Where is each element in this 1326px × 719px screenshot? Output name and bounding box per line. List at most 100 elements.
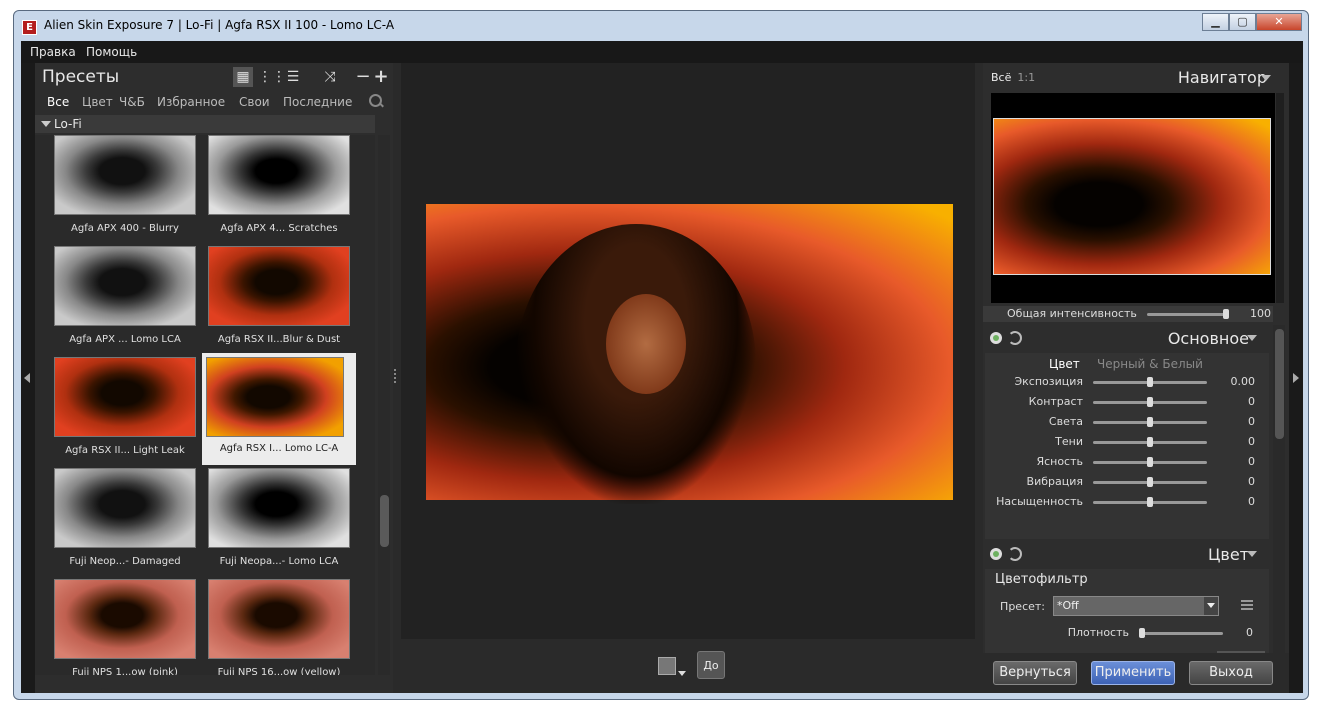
action-bar: Вернуться Применить Выход xyxy=(983,653,1289,693)
preset-thumb[interactable]: Agfa APX 4... Scratches xyxy=(206,135,352,243)
collapse-all-icon[interactable]: ⤨ xyxy=(320,67,340,87)
adjust-label: Света xyxy=(1048,415,1083,428)
remove-preset-icon[interactable]: − xyxy=(353,67,373,87)
add-preset-icon[interactable]: + xyxy=(371,67,391,87)
chevron-down-icon xyxy=(1247,551,1257,557)
background-color-swatch[interactable] xyxy=(658,657,676,675)
presets-panel: Пресеты ▦ ⋮⋮ ☰ ⤨ − + Все Цвет Ч&Б Избран… xyxy=(35,63,393,693)
adjust-slider[interactable] xyxy=(1093,497,1207,507)
preset-thumb[interactable]: Fuji Neopa...- Lomo LCA xyxy=(206,468,352,576)
slider-knob[interactable] xyxy=(1139,628,1145,638)
tab-color[interactable]: Цвет xyxy=(82,95,113,109)
chevron-down-icon[interactable] xyxy=(1261,75,1271,81)
minimize-button[interactable]: ▁ xyxy=(1202,13,1229,31)
tab-all[interactable]: Все xyxy=(47,95,69,109)
preset-label: Fuji NPS 16...ow (yellow) xyxy=(217,667,341,675)
menu-bar: Правка Помощь xyxy=(21,41,1303,63)
adjust-label: Экспозиция xyxy=(1014,375,1083,388)
client-area: Правка Помощь Пресеты ▦ ⋮⋮ ☰ ⤨ − + Все Ц… xyxy=(21,41,1303,693)
slider-knob[interactable] xyxy=(1147,457,1153,467)
density-slider[interactable] xyxy=(1139,628,1223,638)
adjust-slider[interactable] xyxy=(1093,457,1207,467)
zoom-1to1[interactable]: 1:1 xyxy=(1017,71,1035,84)
slider-knob[interactable] xyxy=(1147,417,1153,427)
preset-image xyxy=(54,246,196,326)
exit-button[interactable]: Выход xyxy=(1189,661,1273,685)
mode-color-tab[interactable]: Цвет xyxy=(1049,357,1080,371)
preset-label: Agfa APX 400 - Blurry xyxy=(71,223,179,234)
scrollbar-thumb[interactable] xyxy=(380,495,389,547)
preview-photo xyxy=(426,204,953,504)
tab-bw[interactable]: Ч&Б xyxy=(119,95,145,109)
large-grid-view-icon[interactable]: ▦ xyxy=(233,67,253,87)
adjust-slider[interactable] xyxy=(1093,397,1207,407)
preset-thumb[interactable]: Agfa RSX II... Light Leak xyxy=(52,357,198,465)
basic-section-header[interactable]: Основное xyxy=(983,325,1273,351)
revert-button[interactable]: Вернуться xyxy=(993,661,1077,685)
preset-label: Agfa RSX II...Blur & Dust xyxy=(217,334,341,345)
maximize-button[interactable]: ▢ xyxy=(1229,13,1256,31)
intensity-slider[interactable] xyxy=(1147,309,1229,319)
preset-thumb[interactable]: Agfa APX 400 - Blurry xyxy=(52,135,198,243)
menu-help[interactable]: Помощь xyxy=(86,45,137,59)
slider-knob[interactable] xyxy=(1223,309,1229,319)
navigator-thumbnail[interactable] xyxy=(993,118,1271,275)
navigator-title[interactable]: Навигатор xyxy=(1178,68,1267,87)
app-window: E Alien Skin Exposure 7 | Lo-Fi | Agfa R… xyxy=(13,10,1309,700)
chevron-down-icon xyxy=(41,121,51,127)
slider-knob[interactable] xyxy=(1147,397,1153,407)
list-view-icon[interactable]: ☰ xyxy=(283,67,303,87)
app-icon[interactable]: E xyxy=(22,20,37,35)
right-panel-toggle[interactable] xyxy=(1289,63,1303,693)
navigator-scrollbar[interactable] xyxy=(1276,93,1284,303)
color-section-body: Цветофильтр Пресет: *Off Плотность 0 xyxy=(985,569,1269,653)
tab-recent[interactable]: Последние xyxy=(283,95,352,109)
before-button[interactable]: До xyxy=(697,651,725,679)
basic-section-body: Цвет Черный & Белый Экспозиция 0.00 Контра… xyxy=(985,353,1269,539)
preset-thumb[interactable]: Agfa APX ... Lomo LCA xyxy=(52,246,198,354)
reset-icon[interactable] xyxy=(1008,331,1022,345)
slider-knob[interactable] xyxy=(1147,377,1153,387)
adjust-slider[interactable] xyxy=(1093,417,1207,427)
color-filter-title: Цветофильтр xyxy=(995,572,1088,587)
menu-edit[interactable]: Правка xyxy=(30,45,76,59)
chevron-down-icon[interactable] xyxy=(678,671,686,676)
apply-button[interactable]: Применить xyxy=(1091,661,1175,685)
slider-knob[interactable] xyxy=(1147,437,1153,447)
preset-thumb[interactable]: Fuji Neop...- Damaged xyxy=(52,468,198,576)
preset-thumb[interactable]: Fuji NPS 1...ow (pink) xyxy=(52,579,198,675)
preset-label: Agfa APX 4... Scratches xyxy=(220,223,338,234)
navigator-view[interactable] xyxy=(991,93,1275,303)
close-button[interactable]: ✕ xyxy=(1256,13,1302,31)
preset-thumb-selected[interactable]: Agfa RSX I... Lomo LC-A xyxy=(202,353,356,465)
mode-bw-tab[interactable]: Черный & Белый xyxy=(1097,357,1203,371)
presets-scrollbar[interactable] xyxy=(378,135,390,675)
slider-knob[interactable] xyxy=(1147,497,1153,507)
preset-group-header[interactable]: Lo-Fi xyxy=(35,115,375,133)
preset-thumb[interactable]: Fuji NPS 16...ow (yellow) xyxy=(206,579,352,675)
filter-preset-select[interactable]: *Off xyxy=(1053,596,1219,616)
tab-custom[interactable]: Свои xyxy=(239,95,270,109)
reset-icon[interactable] xyxy=(1008,547,1022,561)
left-panel-toggle[interactable] xyxy=(21,63,35,693)
adjustments-scrollbar[interactable] xyxy=(1273,325,1285,655)
small-grid-view-icon[interactable]: ⋮⋮ xyxy=(258,67,286,87)
power-toggle-icon[interactable] xyxy=(990,548,1002,560)
preset-image xyxy=(54,135,196,215)
color-section-header[interactable]: Цвет xyxy=(983,541,1273,567)
zoom-fit[interactable]: Всё xyxy=(991,71,1011,84)
panel-divider-handle[interactable] xyxy=(394,367,397,385)
adjust-slider[interactable] xyxy=(1093,477,1207,487)
preset-menu-icon[interactable] xyxy=(1241,600,1253,612)
tab-favorites[interactable]: Избранное xyxy=(157,95,225,109)
adjust-slider[interactable] xyxy=(1093,437,1207,447)
adjust-slider[interactable] xyxy=(1093,377,1207,387)
preset-thumb[interactable]: Agfa RSX II...Blur & Dust xyxy=(206,246,352,354)
chevron-down-icon[interactable] xyxy=(1204,597,1218,615)
slider-knob[interactable] xyxy=(1147,477,1153,487)
preset-label: Agfa RSX II... Light Leak xyxy=(65,445,185,456)
power-toggle-icon[interactable] xyxy=(990,332,1002,344)
preset-image xyxy=(54,357,196,437)
scrollbar-thumb[interactable] xyxy=(1275,329,1284,439)
search-icon[interactable] xyxy=(369,94,382,107)
